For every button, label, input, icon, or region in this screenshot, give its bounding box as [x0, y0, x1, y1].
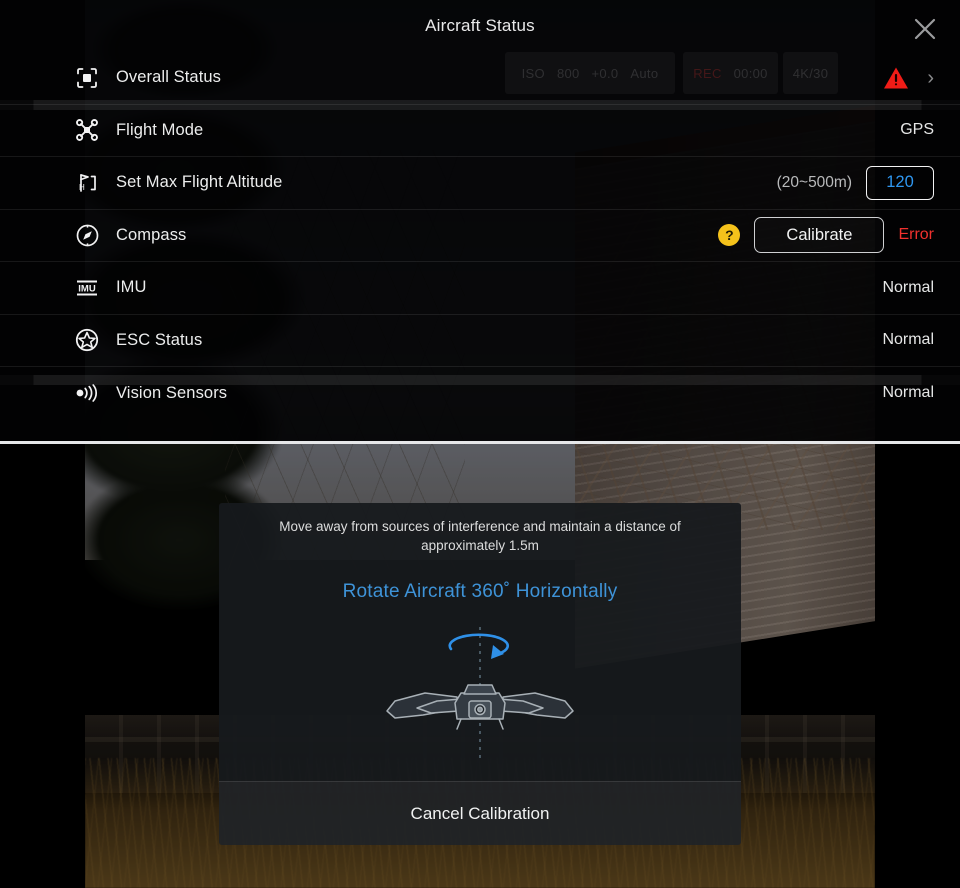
status-row-label: ESC Status	[116, 330, 203, 349]
esc-icon	[72, 325, 102, 355]
help-question-icon[interactable]: ?	[718, 224, 741, 247]
vision-sensors-status-value: Normal	[882, 384, 934, 402]
status-row-esc-status: ESC Status Normal	[0, 315, 960, 367]
calibrate-button[interactable]: Calibrate	[754, 217, 885, 254]
status-row-overall-status[interactable]: Overall Status ›	[0, 52, 960, 105]
compass-calibration-dialog: Move away from sources of interference a…	[219, 503, 741, 845]
calibration-text-block: Move away from sources of interference a…	[219, 503, 741, 603]
cancel-calibration-button[interactable]: Cancel Calibration	[219, 781, 741, 845]
altitude-range-hint: (20~500m)	[776, 173, 852, 191]
calibration-instruction: Move away from sources of interference a…	[279, 519, 681, 553]
esc-status-value: Normal	[882, 331, 934, 349]
page-title: Aircraft Status	[425, 16, 535, 35]
svg-text:H: H	[79, 183, 85, 192]
status-row-flight-mode: Flight Mode GPS	[0, 105, 960, 157]
status-row-right: GPS	[900, 121, 934, 139]
panel-bottom-edge	[0, 441, 960, 444]
status-row-label: IMU	[116, 278, 147, 297]
aircraft-status-screen: ISO 800 +0.0 Auto REC 00:00 4K/30 Aircra…	[0, 0, 960, 888]
status-row-label: Flight Mode	[116, 120, 204, 139]
altitude-icon: H	[72, 168, 102, 198]
status-row-right: (20~500m) 120	[776, 165, 934, 200]
overall-status-icon	[72, 63, 102, 93]
drone-icon	[72, 115, 102, 145]
status-row-label: Set Max Flight Altitude	[116, 173, 283, 192]
status-row-label: Overall Status	[116, 68, 222, 87]
rotation-arrow	[448, 633, 509, 659]
svg-text:IMU: IMU	[78, 283, 96, 294]
vision-sensor-icon	[72, 378, 102, 408]
status-row-right: ›	[883, 66, 934, 90]
calibration-action-text: Rotate Aircraft 360˚ Horizontally	[342, 581, 618, 602]
status-row-right: Normal	[882, 384, 934, 402]
max-altitude-input[interactable]: 120	[866, 165, 934, 200]
imu-icon: IMU	[72, 273, 102, 303]
chevron-right-icon[interactable]: ›	[923, 68, 934, 88]
close-button[interactable]	[904, 10, 946, 48]
aircraft-status-panel: ISO 800 +0.0 Auto REC 00:00 4K/30 Aircra…	[0, 0, 960, 441]
status-row-max-flight-altitude: H Set Max Flight Altitude (20~500m) 120	[0, 157, 960, 210]
imu-status-value: Normal	[882, 278, 934, 296]
close-icon	[914, 18, 936, 40]
flight-mode-value: GPS	[900, 121, 934, 139]
status-row-imu: IMU IMU Normal	[0, 262, 960, 315]
compass-icon	[72, 220, 102, 250]
cancel-calibration-label: Cancel Calibration	[410, 803, 550, 823]
status-row-compass: Compass ? Calibrate Error	[0, 210, 960, 262]
status-row-right: Normal	[882, 331, 934, 349]
status-row-right: Normal	[882, 279, 934, 297]
status-row-vision-sensors: Vision Sensors Normal	[0, 367, 960, 420]
compass-status-badge: Error	[898, 226, 934, 244]
drone-rotation-illustration	[219, 613, 741, 773]
status-row-right: ? Calibrate Error	[718, 217, 934, 254]
status-row-label: Vision Sensors	[116, 383, 228, 402]
status-row-label: Compass	[116, 225, 187, 244]
warning-triangle-icon	[884, 67, 909, 89]
status-row-list: Overall Status › Flight Mode GPS H Set M…	[0, 52, 960, 420]
